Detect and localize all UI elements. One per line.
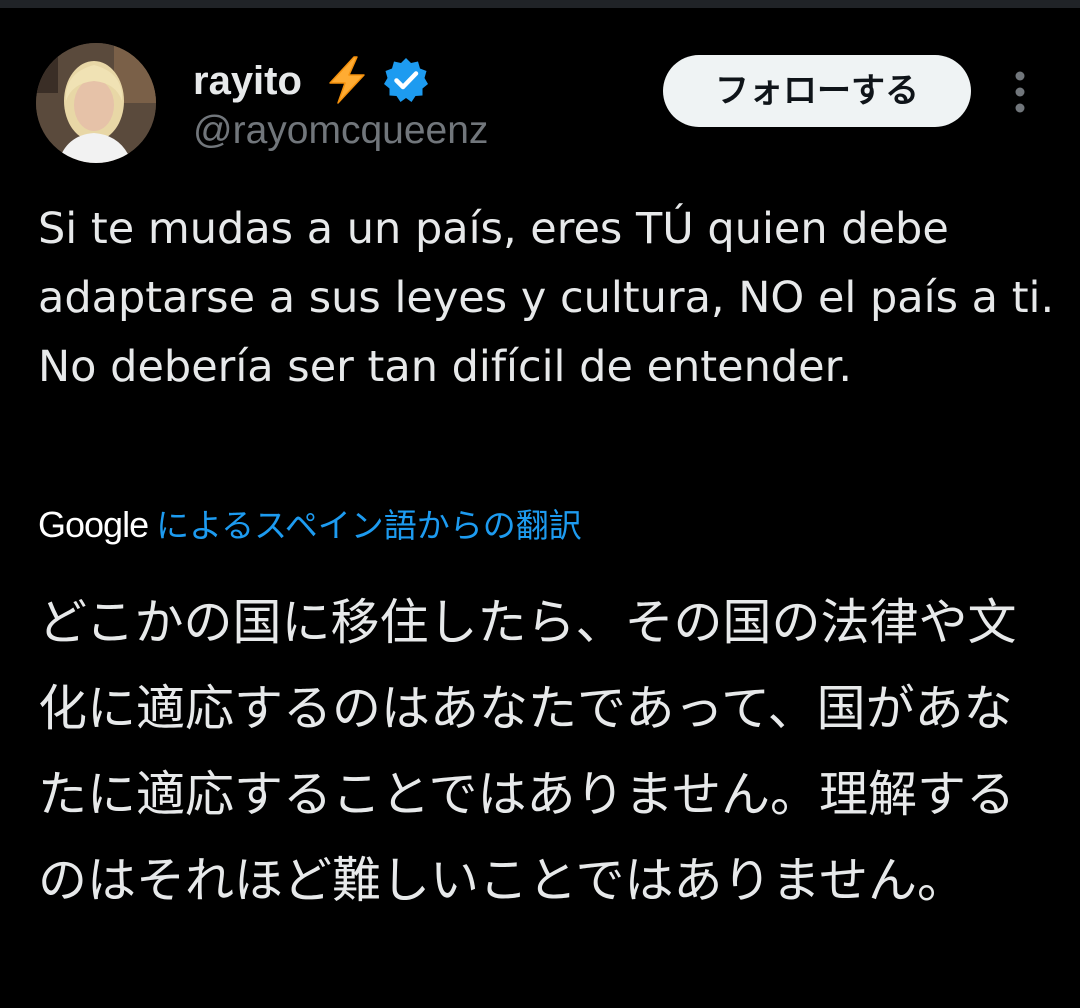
google-logo: Google bbox=[38, 504, 149, 545]
translated-text: どこかの国に移住したら、その国の法律や文化に適応するのはあなたであって、国があな… bbox=[38, 594, 1017, 909]
verified-badge-icon[interactable] bbox=[382, 56, 430, 104]
avatar-image bbox=[36, 43, 156, 163]
author-handle[interactable]: @rayomcqueenz bbox=[193, 108, 488, 154]
author-display-name[interactable]: rayito bbox=[193, 58, 302, 104]
avatar[interactable] bbox=[36, 43, 156, 163]
lightning-bolt-icon bbox=[329, 56, 365, 104]
more-vertical-icon[interactable] bbox=[1004, 70, 1036, 114]
follow-button[interactable]: フォローする bbox=[663, 55, 971, 127]
translation-source-link[interactable]: によるスペイン語からの翻訳 bbox=[156, 506, 582, 545]
translation-attribution: Google によるスペイン語からの翻訳 bbox=[38, 500, 582, 550]
tweet-text: Si te mudas a un país, eres TÚ quien deb… bbox=[38, 204, 1055, 392]
top-divider bbox=[0, 0, 1080, 8]
